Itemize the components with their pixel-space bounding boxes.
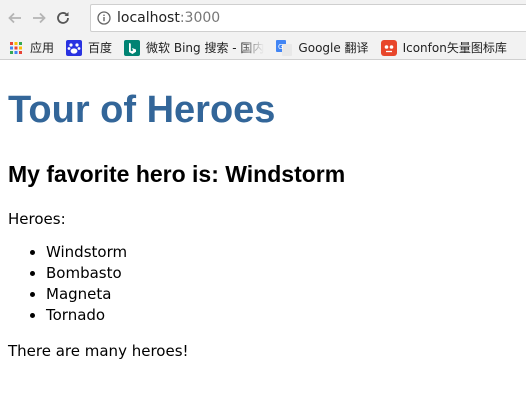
- back-button[interactable]: [4, 7, 26, 29]
- reload-button[interactable]: [52, 7, 74, 29]
- apps-grid-icon: [8, 40, 24, 56]
- bookmarks-bar: 应用 百度 微软 Bing 搜索 - 国内 G Google 翻译 Iconfo…: [0, 36, 526, 60]
- bing-icon: [124, 39, 141, 56]
- bookmark-baidu[interactable]: 百度: [66, 39, 112, 56]
- url-port: :3000: [179, 10, 221, 26]
- page-content: Tour of Heroes My favorite hero is: Wind…: [0, 88, 526, 360]
- baidu-paw-icon: [66, 39, 83, 56]
- google-translate-icon: G: [276, 39, 293, 56]
- url-host: localhost: [117, 10, 180, 26]
- hero-list-item: Windstorm: [46, 242, 518, 263]
- hero-list: Windstorm Bombasto Magneta Tornado: [8, 242, 518, 326]
- bookmark-label: 应用: [30, 41, 55, 55]
- iconfont-icon: [380, 39, 397, 56]
- hero-list-item: Magneta: [46, 284, 518, 305]
- bookmark-google-translate[interactable]: G Google 翻译: [276, 39, 369, 56]
- favorite-prefix: My favorite hero is:: [8, 161, 226, 187]
- bookmark-label: 百度: [88, 41, 113, 55]
- bookmark-bing[interactable]: 微软 Bing 搜索 - 国内: [124, 39, 264, 56]
- forward-button[interactable]: [28, 7, 50, 29]
- hero-list-item: Bombasto: [46, 263, 518, 284]
- url-text: localhost:3000: [117, 10, 220, 26]
- reload-icon: [57, 12, 69, 24]
- bookmark-iconfont[interactable]: Iconfon矢量图标库: [380, 39, 507, 56]
- bookmark-label: Iconfon矢量图标库: [402, 41, 507, 55]
- svg-text:G: G: [278, 43, 283, 51]
- favorite-hero-name: Windstorm: [225, 161, 346, 187]
- info-icon[interactable]: [97, 11, 111, 25]
- many-heroes-message: There are many heroes!: [8, 342, 189, 360]
- bookmark-apps[interactable]: 应用: [8, 39, 54, 56]
- hero-list-item: Tornado: [46, 305, 518, 326]
- bookmark-label: 微软 Bing 搜索 - 国内: [146, 41, 265, 55]
- arrow-left-icon: [8, 12, 21, 24]
- heroes-label: Heroes:: [8, 210, 66, 228]
- arrow-right-icon: [33, 12, 46, 24]
- favorite-hero-heading: My favorite hero is: Windstorm: [8, 160, 518, 188]
- address-bar[interactable]: localhost:3000: [90, 4, 526, 32]
- page-title: Tour of Heroes: [8, 89, 276, 131]
- bookmark-label: Google 翻译: [298, 41, 369, 55]
- browser-toolbar: localhost:3000: [0, 0, 526, 36]
